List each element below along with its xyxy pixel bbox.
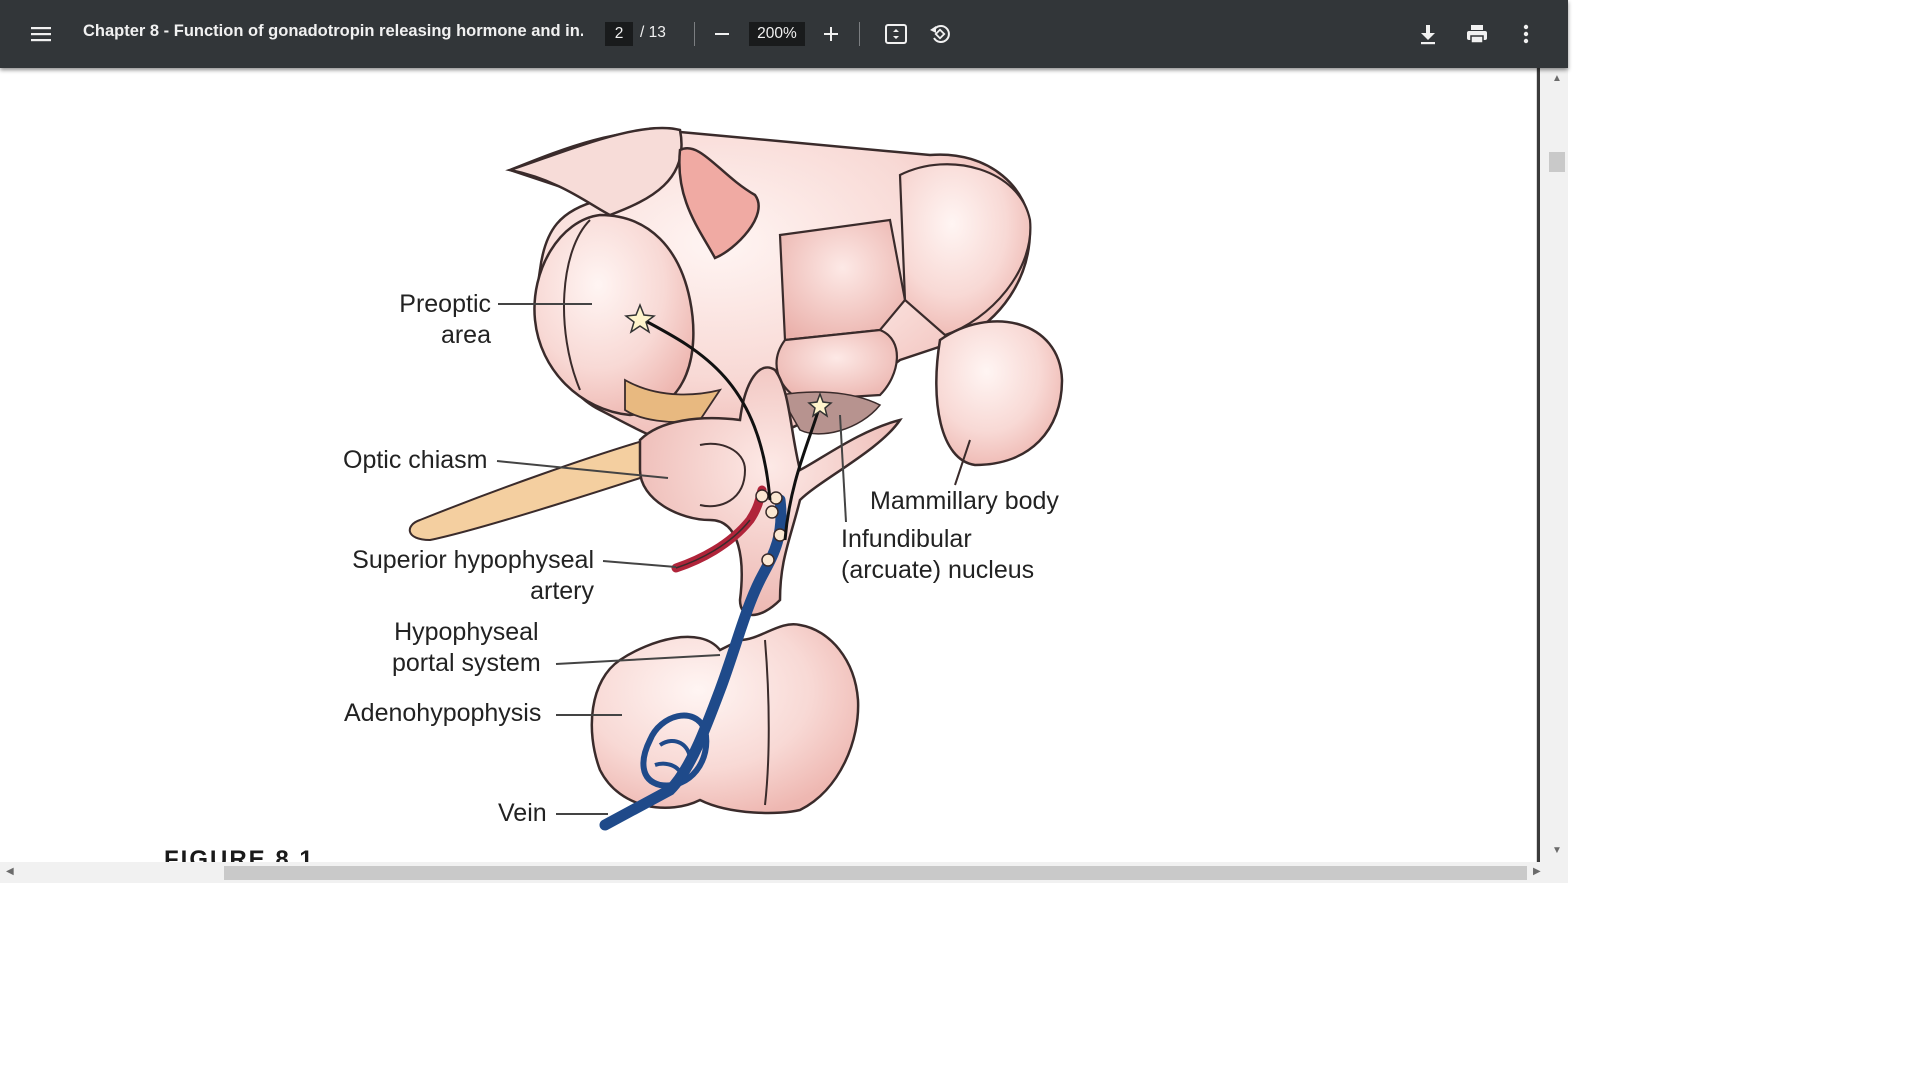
menu-button[interactable] xyxy=(21,14,61,54)
scroll-down-arrow-icon[interactable]: ▼ xyxy=(1552,846,1562,856)
label-vein: Vein xyxy=(498,799,547,827)
rotate-button[interactable] xyxy=(920,14,960,54)
scroll-right-arrow-icon[interactable]: ▶ xyxy=(1533,867,1541,877)
label-sup-hyp-line1: Superior hypophyseal xyxy=(352,546,594,574)
pdf-page-viewport[interactable]: Preoptic area Optic chiasm Superior hypo… xyxy=(0,68,1536,862)
toolbar-divider xyxy=(859,22,860,46)
scrollbar-shadow xyxy=(1537,68,1540,862)
fit-to-page-icon xyxy=(885,24,907,44)
zoom-level-input[interactable]: 200% xyxy=(749,22,805,46)
label-sup-hyp-line2: artery xyxy=(530,577,594,605)
print-icon xyxy=(1467,25,1487,44)
label-preoptic-line1: Preoptic xyxy=(399,290,491,318)
pdf-toolbar: Chapter 8 - Function of gonadotropin rel… xyxy=(0,0,1568,68)
fit-to-page-button[interactable] xyxy=(876,14,916,54)
label-infund-line2: (arcuate) nucleus xyxy=(841,556,1035,584)
label-infundibular-nucleus: Infundibular (arcuate) nucleus xyxy=(841,524,1034,586)
more-vert-icon xyxy=(1523,24,1529,44)
hypothalamus-pituitary-illustration xyxy=(408,126,1064,831)
download-icon xyxy=(1421,25,1435,45)
document-title: Chapter 8 - Function of gonadotropin rel… xyxy=(83,22,583,40)
print-button[interactable] xyxy=(1457,14,1497,54)
minus-icon xyxy=(715,33,729,35)
label-infund-line1: Infundibular xyxy=(841,525,972,553)
label-portal-line2: portal system xyxy=(392,649,541,677)
zoom-in-button[interactable] xyxy=(811,14,851,54)
vertical-scroll-thumb[interactable] xyxy=(1549,152,1565,172)
page-number-input[interactable]: 2 xyxy=(605,22,633,46)
label-optic-chiasm: Optic chiasm xyxy=(343,446,488,474)
label-hypophyseal-portal-system: Hypophyseal portal system xyxy=(392,617,541,679)
plus-icon xyxy=(824,27,838,41)
figure-caption: FIGURE 8.1 xyxy=(164,846,315,862)
toolbar-divider xyxy=(694,22,695,46)
more-actions-button[interactable] xyxy=(1506,14,1546,54)
horizontal-scrollbar[interactable]: ◀ ▶ xyxy=(0,862,1568,883)
label-preoptic-area: Preoptic area xyxy=(399,289,491,351)
rotate-icon xyxy=(930,25,950,43)
zoom-out-button[interactable] xyxy=(702,14,742,54)
scroll-up-arrow-icon[interactable]: ▲ xyxy=(1552,74,1562,84)
vertical-scrollbar[interactable]: ▲ ▼ xyxy=(1536,68,1568,862)
horizontal-scroll-thumb[interactable] xyxy=(224,866,1527,880)
scroll-left-arrow-icon[interactable]: ◀ xyxy=(6,867,14,877)
label-preoptic-line2: area xyxy=(440,321,491,349)
menu-icon xyxy=(31,27,51,42)
label-mammillary-body: Mammillary body xyxy=(870,487,1059,515)
label-portal-line1: Hypophyseal xyxy=(394,618,539,646)
label-superior-hypophyseal-artery: Superior hypophyseal artery xyxy=(352,545,594,607)
download-button[interactable] xyxy=(1408,14,1448,54)
label-adenohypophysis: Adenohypophysis xyxy=(344,699,542,727)
page-total: / 13 xyxy=(640,24,666,41)
